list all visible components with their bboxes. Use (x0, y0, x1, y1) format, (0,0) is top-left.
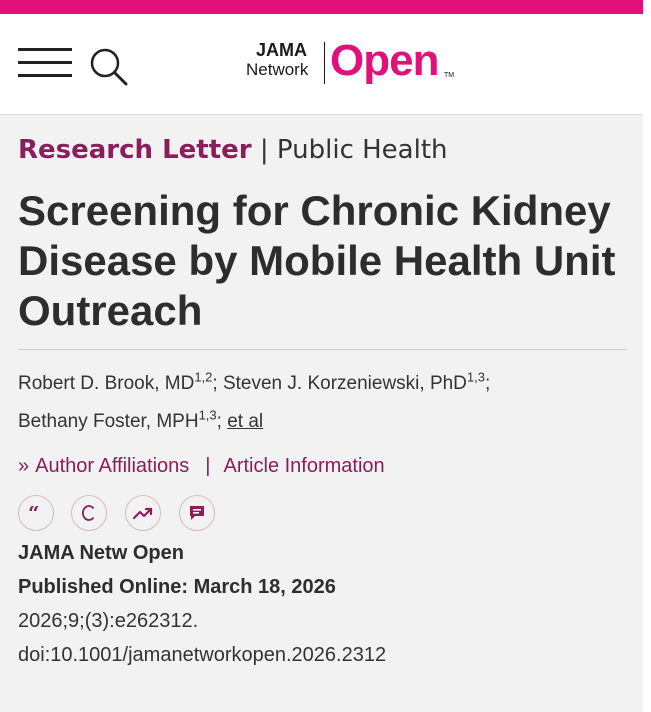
author-name[interactable]: Steven J. Korzeniewski, PhD (223, 373, 467, 394)
author-affiliation-sup: 1,3 (198, 407, 217, 423)
right-edge-strip (643, 0, 651, 712)
site-header: JAMA Network Open TM (0, 14, 643, 115)
article-type[interactable]: Research Letter (18, 135, 252, 165)
article-header: Research Letter | Public Health Screenin… (0, 115, 643, 712)
svg-text:“: “ (28, 506, 40, 520)
top-accent-bar (0, 0, 643, 14)
author-affiliation-sup: 1,3 (466, 369, 485, 385)
logo-jama-text: JAMA (256, 40, 308, 60)
links-separator: | (205, 455, 211, 477)
category-separator: | (259, 135, 269, 165)
metrics-icon[interactable] (125, 495, 161, 531)
logo-network-text: Network (246, 60, 309, 79)
journal-name: JAMA Netw Open (18, 542, 184, 564)
et-al-link[interactable]: et al (227, 411, 263, 432)
author-affiliation-sup: 1,2 (194, 369, 213, 385)
hamburger-menu-icon[interactable] (18, 48, 72, 78)
article-category: Research Letter | Public Health (18, 135, 448, 165)
author-name[interactable]: Bethany Foster, MPH (18, 411, 199, 432)
logo-trademark: TM (444, 72, 455, 79)
logo-divider (324, 42, 325, 84)
doi[interactable]: doi:10.1001/jamanetworkopen.2026.2312 (18, 644, 386, 667)
comment-icon[interactable] (179, 495, 215, 531)
crossref-icon[interactable] (71, 495, 107, 531)
double-chevron-right-icon: » (18, 455, 30, 477)
jama-network-open-logo[interactable]: JAMA Network Open TM (246, 36, 456, 88)
quote-icon[interactable]: “ (18, 495, 54, 531)
author-list: Robert D. Brook, MD1,2; Steven J. Korzen… (18, 365, 628, 441)
logo-open-text: Open (330, 36, 439, 85)
article-section[interactable]: Public Health (277, 135, 448, 165)
author-separator: ; (216, 411, 222, 432)
author-affiliations-link[interactable]: Author Affiliations (35, 455, 189, 477)
article-title: Screening for Chronic Kidney Disease by … (18, 187, 616, 334)
author-separator: ; (212, 373, 218, 394)
article-info-links: » Author Affiliations | Article Information (18, 455, 385, 478)
author-name[interactable]: Robert D. Brook, MD (18, 373, 194, 394)
author-separator: ; (485, 373, 491, 394)
divider (18, 349, 627, 350)
search-icon[interactable] (89, 47, 129, 87)
citation: 2026;9;(3):e262312. (18, 610, 199, 632)
article-information-link[interactable]: Article Information (224, 455, 385, 477)
publication-date: Published Online: March 18, 2026 (18, 576, 336, 598)
